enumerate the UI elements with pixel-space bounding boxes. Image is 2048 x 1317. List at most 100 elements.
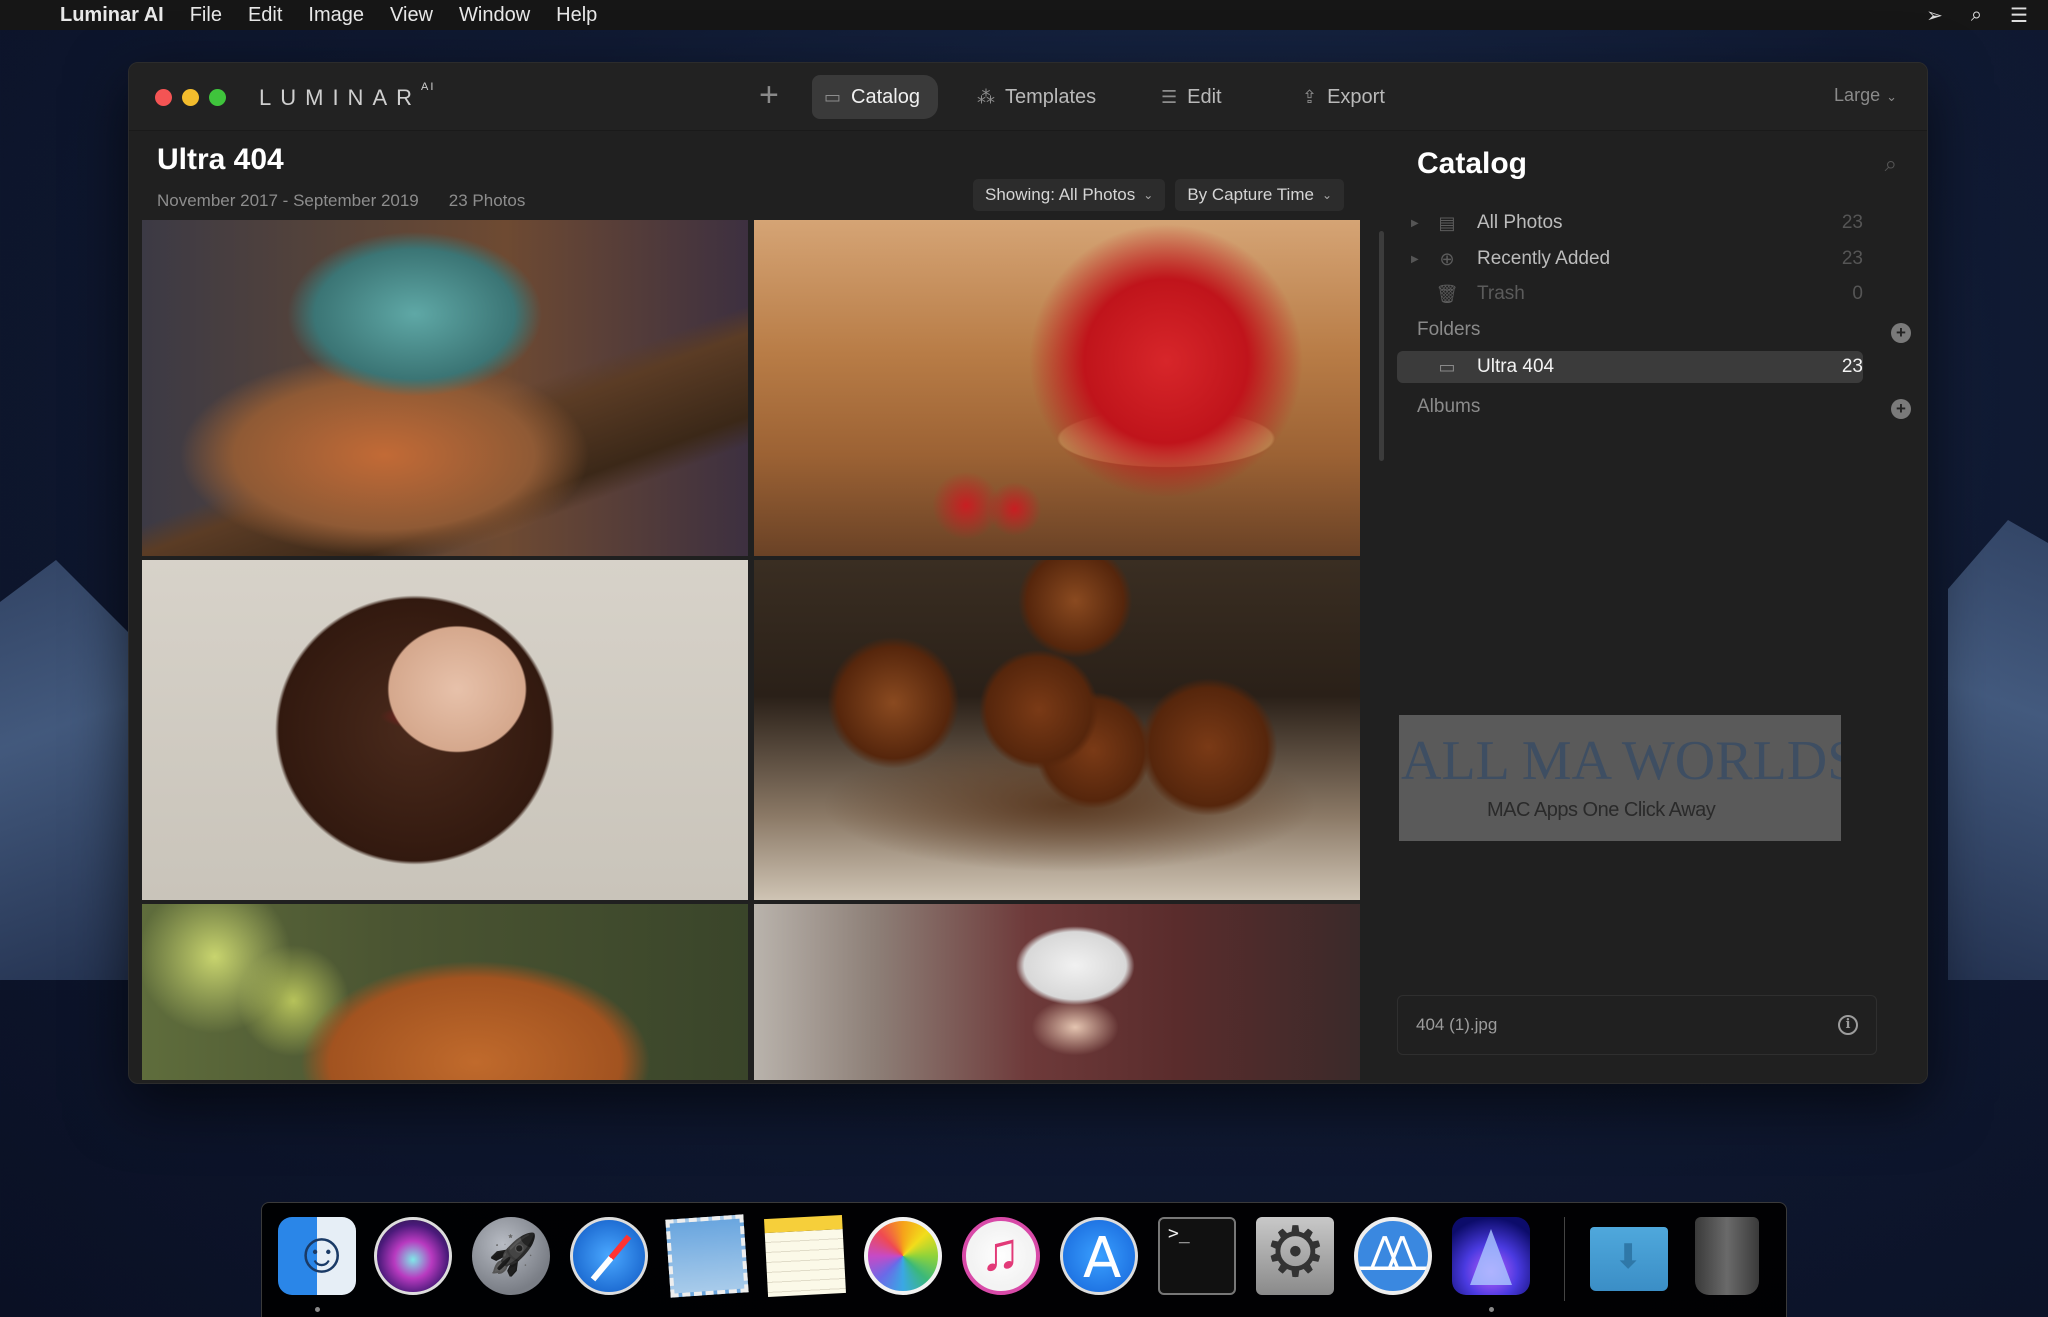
magic-wand-icon: ⁂: [977, 86, 995, 107]
photo-image: [754, 560, 1360, 900]
menu-help[interactable]: Help: [556, 4, 597, 27]
tab-catalog-label: Catalog: [851, 85, 920, 108]
watermark-text-left: ALL MA: [1401, 730, 1609, 792]
sidebar-item-trash[interactable]: 🗑 Trash 0: [1397, 278, 1863, 310]
running-indicator: [1489, 1307, 1494, 1312]
dock-separator: [1564, 1217, 1565, 1301]
stack-icon: ▤: [1438, 212, 1456, 233]
thumbnail-size-value: Large: [1834, 85, 1881, 105]
sidebar-item-label: All Photos: [1477, 212, 1563, 233]
spotlight-search-icon[interactable]: ⌕: [1971, 4, 1982, 27]
dock-launchpad-icon[interactable]: [472, 1217, 550, 1295]
disclosure-triangle-icon[interactable]: ▶: [1397, 218, 1419, 229]
menu-window[interactable]: Window: [459, 4, 530, 27]
dock-app-store-icon[interactable]: [1060, 1217, 1138, 1295]
dock-luminar-ai-icon[interactable]: [1452, 1217, 1530, 1295]
photo-thumbnail-feather-hat[interactable]: [754, 904, 1360, 1080]
dock-notes-icon[interactable]: [764, 1215, 846, 1297]
tab-templates[interactable]: ⁂ Templates: [967, 75, 1106, 119]
sidebar-item-count: 0: [1852, 283, 1863, 304]
screenshot-icon[interactable]: ➢: [1926, 3, 1943, 28]
photo-thumbnail-cat[interactable]: [142, 904, 748, 1080]
showing-filter-label: Showing: All Photos: [985, 185, 1136, 204]
folder-icon: ▭: [1438, 356, 1456, 377]
dock-finder-icon[interactable]: [278, 1217, 356, 1295]
logo-text: LUMINAR: [259, 85, 422, 110]
luminar-window: LUMINARAI + ▭ Catalog ⁂ Templates ☰ Edit…: [128, 62, 1928, 1084]
photo-image: [142, 560, 748, 900]
file-info-panel: 404 (1).jpg i: [1397, 995, 1877, 1055]
dock-downloads-folder-icon[interactable]: [1590, 1227, 1668, 1291]
photo-image: [754, 220, 1360, 556]
luminar-logo: LUMINARAI: [259, 81, 435, 111]
dock-photos-icon[interactable]: [864, 1217, 942, 1295]
dock-mail-icon[interactable]: [665, 1214, 749, 1298]
catalog-sidebar: Catalog ⌕ ▶ ▤ All Photos 23 ▶ ⊕ Recently…: [1387, 131, 1927, 1083]
photo-thumbnail-chameleon[interactable]: [142, 220, 748, 556]
sidebar-item-all-photos[interactable]: ▶ ▤ All Photos 23: [1397, 207, 1863, 239]
dock-siri-icon[interactable]: [374, 1217, 452, 1295]
folders-section-header: Folders: [1417, 319, 1481, 340]
dock-safari-icon[interactable]: [570, 1217, 648, 1295]
notification-center-icon[interactable]: ☰: [2010, 3, 2028, 28]
photo-thumbnail-strawberries[interactable]: [754, 220, 1360, 556]
gallery-scrollbar[interactable]: [1379, 231, 1384, 461]
watermark-logo: ALL MA WORLDS: [1401, 729, 1841, 793]
info-icon[interactable]: i: [1838, 1015, 1858, 1035]
photo-thumbnail-burgers[interactable]: [754, 560, 1360, 900]
watermark-tagline: MAC Apps One Click Away: [1487, 799, 1716, 821]
minimize-window-button[interactable]: [182, 89, 199, 106]
tab-edit[interactable]: ☰ Edit: [1151, 75, 1232, 119]
photo-thumbnail-woman-lipstick[interactable]: [142, 560, 748, 900]
dock-system-preferences-icon[interactable]: [1256, 1211, 1334, 1295]
dock-music-icon[interactable]: [962, 1217, 1040, 1295]
sliders-icon: ☰: [1161, 86, 1178, 107]
add-photos-button[interactable]: +: [759, 77, 779, 113]
menu-app-name[interactable]: Luminar AI: [60, 4, 164, 27]
dock-terminal-icon[interactable]: [1158, 1217, 1236, 1295]
chevron-down-icon: ⌄: [1143, 188, 1154, 202]
chevron-down-icon: ⌄: [1886, 89, 1897, 104]
menu-image[interactable]: Image: [308, 4, 364, 27]
clock-plus-icon: ⊕: [1439, 248, 1455, 269]
dock-trash-icon[interactable]: [1695, 1217, 1759, 1295]
menu-edit[interactable]: Edit: [248, 4, 282, 27]
photo-grid: [142, 220, 1360, 1083]
sidebar-item-recently-added[interactable]: ▶ ⊕ Recently Added 23: [1397, 243, 1863, 275]
chevron-down-icon: ⌄: [1321, 188, 1332, 202]
sort-label: By Capture Time: [1187, 185, 1314, 204]
disclosure-triangle-icon[interactable]: ▶: [1397, 254, 1419, 265]
tab-export[interactable]: ⇪ Export: [1292, 75, 1395, 119]
add-folder-button[interactable]: +: [1891, 323, 1911, 343]
zoom-window-button[interactable]: [209, 89, 226, 106]
sidebar-folder-ultra-404[interactable]: ▭ Ultra 404 23: [1397, 351, 1863, 383]
sidebar-item-label: Recently Added: [1477, 248, 1611, 269]
tab-catalog[interactable]: ▭ Catalog: [812, 75, 938, 119]
gallery-filters: Showing: All Photos ⌄ By Capture Time ⌄: [973, 179, 1344, 211]
share-icon: ⇪: [1302, 86, 1318, 107]
showing-filter-dropdown[interactable]: Showing: All Photos ⌄: [973, 179, 1166, 211]
menu-view[interactable]: View: [390, 4, 433, 27]
menu-file[interactable]: File: [190, 4, 222, 27]
watermark-text-right: WORLDS: [1621, 730, 1841, 792]
tab-export-label: Export: [1327, 85, 1385, 108]
close-window-button[interactable]: [155, 89, 172, 106]
folder-icon: ▭: [824, 86, 842, 107]
photo-image: [754, 904, 1360, 1080]
search-icon[interactable]: ⌕: [1885, 151, 1897, 177]
add-album-button[interactable]: +: [1891, 399, 1911, 419]
folder-title: Ultra 404: [157, 143, 284, 176]
thumbnail-size-select[interactable]: Large ⌄: [1834, 85, 1897, 106]
sidebar-item-count: 23: [1841, 248, 1863, 269]
sidebar-title: Catalog: [1417, 147, 1528, 180]
sort-dropdown[interactable]: By Capture Time ⌄: [1175, 179, 1344, 211]
window-controls: [155, 89, 226, 106]
logo-superscript: AI: [421, 81, 436, 93]
photo-count: 23 Photos: [448, 191, 526, 210]
albums-section-header: Albums: [1417, 396, 1481, 417]
trash-icon: 🗑: [1435, 283, 1459, 304]
dock-mountain-app-icon[interactable]: [1354, 1217, 1432, 1295]
toolbar: LUMINARAI + ▭ Catalog ⁂ Templates ☰ Edit…: [129, 63, 1927, 131]
date-range: November 2017 - September 2019: [157, 191, 419, 210]
running-indicator: [315, 1307, 320, 1312]
